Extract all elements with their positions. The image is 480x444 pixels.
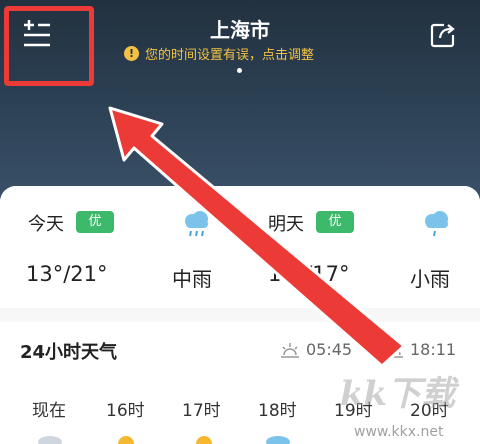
tomorrow-aqi-badge[interactable]: 优 [316, 211, 354, 233]
cloud-icon [38, 436, 62, 444]
two-day-forecast: 今天 优 13°/21° 中雨 明天 优 10°/17° 小雨 [0, 186, 480, 308]
share-icon[interactable] [430, 22, 456, 48]
today-temp: 13°/21° [26, 262, 108, 286]
time-warning[interactable]: ! 您的时间设置有误，点击调整 [124, 44, 314, 63]
hour-label: 17时 [182, 401, 221, 421]
sunset-icon [385, 342, 403, 358]
today-label: 今天 [28, 214, 64, 235]
watermark-logo: kk下载 [340, 374, 456, 414]
sunrise-icon [281, 342, 299, 358]
hour-label: 16时 [106, 401, 145, 421]
sunrise: 05:45 [280, 340, 352, 359]
sunset-time: 18:11 [410, 340, 457, 359]
today-condition: 中雨 [172, 267, 212, 291]
city-title[interactable]: 上海市 [0, 14, 480, 43]
sunset: 18:11 [384, 340, 456, 359]
hour-label: 18时 [258, 401, 297, 421]
sunrise-time: 05:45 [306, 340, 353, 359]
hour-label: 现在 [32, 401, 66, 421]
tomorrow-condition: 小雨 [410, 267, 450, 291]
sun-icon [118, 436, 134, 444]
rain-cloud-icon [185, 211, 208, 237]
tomorrow-temp: 10°/17° [268, 262, 350, 286]
hourly-title: 24小时天气 [20, 342, 118, 363]
cloud-icon [266, 436, 290, 444]
page-indicator-dot [237, 68, 242, 73]
tomorrow-label: 明天 [268, 214, 304, 235]
warning-icon: ! [124, 46, 139, 61]
time-warning-text: 您的时间设置有误，点击调整 [145, 48, 315, 63]
rain-cloud-icon [425, 211, 448, 237]
sun-icon [196, 436, 212, 444]
watermark-url: www.kkx.net [354, 424, 444, 440]
today-aqi-badge[interactable]: 优 [76, 211, 114, 233]
